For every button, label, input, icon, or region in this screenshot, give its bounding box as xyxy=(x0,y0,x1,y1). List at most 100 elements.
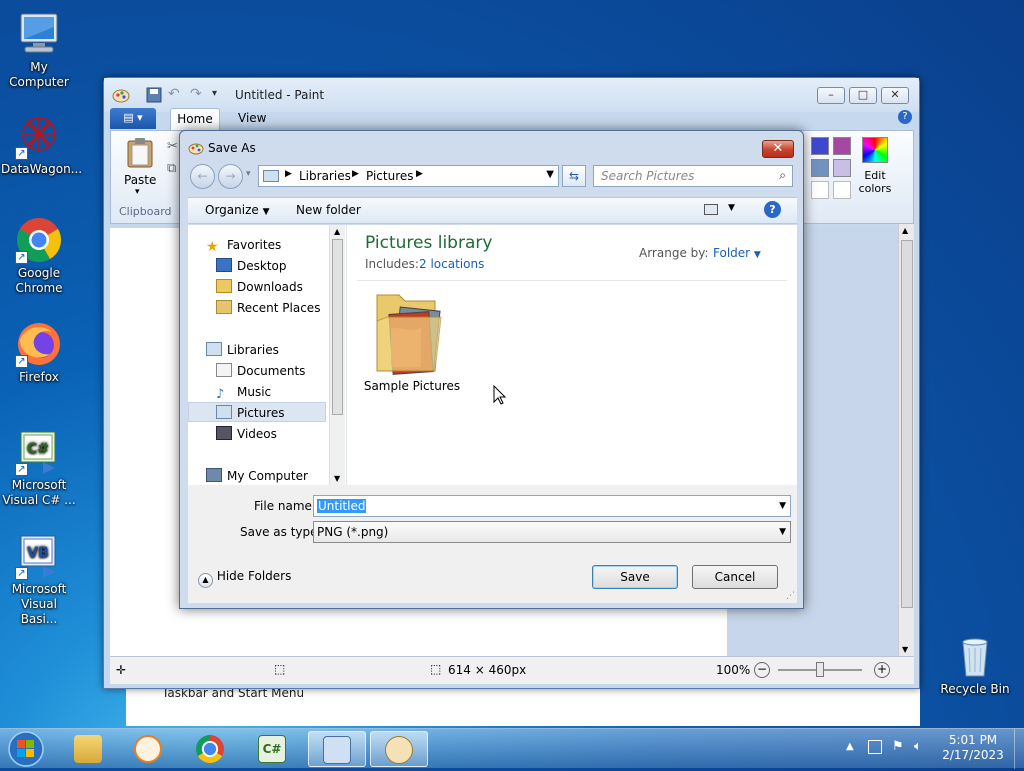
clock[interactable]: 5:01 PM 2/17/2023 xyxy=(938,733,1008,763)
search-input[interactable]: Search Pictures ⌕ xyxy=(593,165,793,187)
scroll-up-icon[interactable]: ▲ xyxy=(334,227,340,236)
color-swatch-empty[interactable] xyxy=(811,181,829,199)
edit-colors-icon[interactable] xyxy=(862,137,888,163)
nav-desktop[interactable]: Desktop xyxy=(216,256,287,276)
nav-videos[interactable]: Videos xyxy=(216,424,277,444)
recent-locations-icon[interactable]: ▾ xyxy=(246,169,251,179)
minimize-button[interactable]: – xyxy=(817,87,845,104)
organize-button[interactable]: Organize ▼ xyxy=(205,203,270,217)
undo-icon[interactable]: ↶ xyxy=(168,86,180,102)
tab-home[interactable]: Home xyxy=(170,108,220,130)
desktop-icon-firefox[interactable]: ↗ Firefox xyxy=(1,320,77,385)
edit-colors-label[interactable]: Edit colors xyxy=(853,169,897,195)
paste-label[interactable]: Paste xyxy=(124,173,156,187)
quick-access-dropdown-icon[interactable]: ▾ xyxy=(212,88,217,99)
taskbar-visual-csharp[interactable]: C# xyxy=(244,731,302,767)
nav-documents[interactable]: Documents xyxy=(216,361,305,381)
taskbar-control-panel[interactable] xyxy=(308,731,366,767)
breadcrumb-libraries[interactable]: Libraries xyxy=(299,169,351,183)
back-button[interactable]: ← xyxy=(190,164,215,189)
vertical-scrollbar[interactable]: ▲ ▼ xyxy=(898,224,914,656)
nav-scrollbar[interactable]: ▲ ▼ xyxy=(329,225,345,485)
breadcrumb-pictures[interactable]: Pictures xyxy=(366,169,414,183)
copy-icon[interactable]: ⧉ xyxy=(167,161,176,176)
show-hidden-icons[interactable]: ▲ xyxy=(846,741,854,752)
save-icon[interactable] xyxy=(146,87,162,103)
show-desktop-button[interactable] xyxy=(1014,729,1024,769)
dialog-close-button[interactable]: ✕ xyxy=(762,140,794,158)
network-icon[interactable] xyxy=(868,740,882,754)
scrollbar-thumb[interactable] xyxy=(901,240,913,608)
nav-my-computer[interactable]: My Computer xyxy=(206,466,308,486)
shortcut-arrow-icon: ↗ xyxy=(15,463,28,476)
breadcrumb-chevron-icon[interactable]: ▶ xyxy=(352,169,359,179)
breadcrumb-chevron-icon[interactable]: ▶ xyxy=(416,169,423,179)
color-swatch-empty[interactable] xyxy=(833,181,851,199)
paint-app-icon[interactable] xyxy=(112,86,130,104)
desktop-icon-visual-basic[interactable]: VB ↗ Microsoft Visual Basi... xyxy=(1,532,77,627)
scroll-down-icon[interactable]: ▼ xyxy=(902,645,908,654)
desktop-icon-visual-csharp[interactable]: C# ↗ Microsoft Visual C# ... xyxy=(1,428,77,508)
new-folder-button[interactable]: New folder xyxy=(296,203,361,217)
action-center-flag-icon[interactable]: ⚑ xyxy=(892,739,904,754)
includes-locations-link[interactable]: 2 locations xyxy=(419,257,484,271)
hide-folders-label: Hide Folders xyxy=(216,569,292,583)
scrollbar-thumb[interactable] xyxy=(332,239,343,415)
zoom-in-button[interactable]: + xyxy=(874,662,890,678)
scroll-down-icon[interactable]: ▼ xyxy=(334,474,340,483)
scroll-up-icon[interactable]: ▲ xyxy=(902,226,908,235)
desktop-icon-chrome[interactable]: ↗ Google Chrome xyxy=(1,216,77,296)
color-swatch-lavender[interactable] xyxy=(833,159,851,177)
nav-recent-places[interactable]: Recent Places xyxy=(216,298,320,318)
taskbar-media-player[interactable] xyxy=(120,731,178,767)
save-button[interactable]: Save xyxy=(592,565,678,589)
nav-label: Libraries xyxy=(227,343,279,357)
nav-music[interactable]: ♪ Music xyxy=(216,382,271,402)
nav-favorites[interactable]: ★ Favorites xyxy=(206,235,281,255)
arrange-by-dropdown[interactable]: Folder ▼ xyxy=(713,246,761,260)
taskbar-chrome[interactable] xyxy=(182,731,240,767)
maximize-button[interactable]: □ xyxy=(849,87,877,104)
forward-button[interactable]: → xyxy=(218,164,243,189)
resize-grip-icon[interactable]: ⋰ xyxy=(786,591,795,601)
color-swatch-purple[interactable] xyxy=(833,137,851,155)
help-icon[interactable]: ? xyxy=(898,110,912,124)
desktop-icon-recycle-bin[interactable]: Recycle Bin xyxy=(937,632,1013,697)
address-dropdown-icon[interactable]: ▼ xyxy=(546,169,554,180)
nav-pictures[interactable]: Pictures xyxy=(216,403,285,423)
file-name-input[interactable]: Untitled ▼ xyxy=(313,495,791,517)
search-icon[interactable]: ⌕ xyxy=(779,168,786,183)
clipboard-paste-icon[interactable] xyxy=(125,137,155,169)
folder-item-sample-pictures[interactable]: Sample Pictures xyxy=(357,283,467,403)
address-bar[interactable]: ▶ Libraries ▶ Pictures ▶ ▼ xyxy=(258,165,559,187)
nav-label: Downloads xyxy=(237,280,303,294)
hide-folders-toggle[interactable]: ▲ Hide Folders xyxy=(198,569,291,588)
taskbar-paint[interactable] xyxy=(370,731,428,767)
zoom-out-button[interactable]: − xyxy=(754,662,770,678)
zoom-slider-thumb[interactable] xyxy=(816,662,824,677)
taskbar-explorer[interactable] xyxy=(60,731,118,767)
help-icon[interactable]: ? xyxy=(764,201,781,218)
start-button[interactable] xyxy=(4,730,48,768)
color-swatch-slate[interactable] xyxy=(811,159,829,177)
file-name-dropdown-icon[interactable]: ▼ xyxy=(779,496,786,516)
redo-icon[interactable]: ↷ xyxy=(190,86,202,102)
volume-icon[interactable]: 🔈︎ xyxy=(914,739,922,754)
color-swatch-indigo[interactable] xyxy=(811,137,829,155)
view-dropdown-icon[interactable]: ▼ xyxy=(728,203,735,213)
cut-icon[interactable]: ✂ xyxy=(167,139,178,154)
desktop-icon-my-computer[interactable]: My Computer xyxy=(1,10,77,90)
breadcrumb-chevron-icon[interactable]: ▶ xyxy=(285,169,292,179)
nav-libraries[interactable]: Libraries xyxy=(206,340,279,360)
tab-view[interactable]: View xyxy=(238,111,266,125)
cancel-button[interactable]: Cancel xyxy=(692,565,778,589)
close-button[interactable]: ✕ xyxy=(881,87,909,104)
nav-downloads[interactable]: Downloads xyxy=(216,277,303,297)
desktop-icon-datawagon[interactable]: ↗ DataWagon... xyxy=(1,112,82,177)
refresh-icon[interactable]: ⇆ xyxy=(562,165,586,187)
recycle-bin-icon xyxy=(951,632,999,680)
change-view-icon[interactable] xyxy=(704,204,718,215)
paint-menu-button[interactable]: ▤ ▾ xyxy=(110,108,156,129)
paste-dropdown-icon[interactable]: ▾ xyxy=(135,187,140,197)
save-as-type-select[interactable]: PNG (*.png) ▼ xyxy=(313,521,791,543)
